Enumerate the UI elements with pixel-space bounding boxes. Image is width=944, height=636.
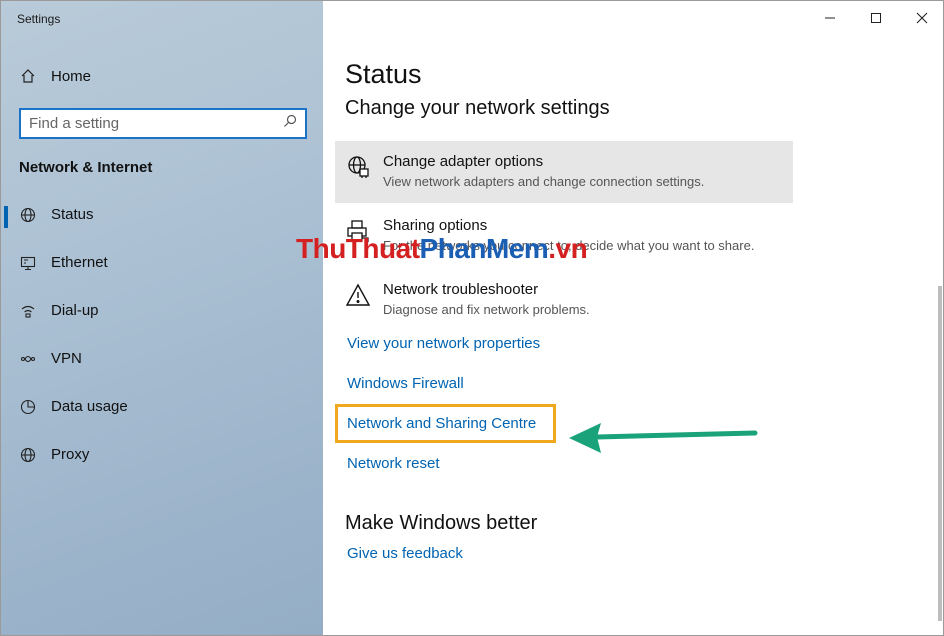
minimize-icon (825, 17, 835, 19)
scrollbar[interactable] (938, 286, 942, 621)
network-troubleshooter[interactable]: Network troubleshooter Diagnose and fix … (335, 269, 793, 331)
watermark-part2: PhanMem (419, 233, 549, 264)
page-title: Status (345, 59, 422, 89)
option-title: Change adapter options (383, 153, 544, 170)
maximize-icon (871, 13, 881, 23)
arrow-annotation (569, 423, 758, 453)
watermark-part3: .vn (548, 233, 588, 264)
dialup-icon (19, 302, 37, 320)
home-icon (19, 67, 37, 85)
network-reset-link[interactable]: Network reset (347, 455, 440, 472)
view-network-properties-link[interactable]: View your network properties (347, 335, 540, 352)
globe-icon (19, 206, 37, 224)
sidebar-item-vpn[interactable]: VPN (1, 345, 323, 393)
app-title: Settings (17, 12, 61, 26)
watermark: ThuThuatPhanMem.vn (296, 233, 588, 265)
windows-firewall-link[interactable]: Windows Firewall (347, 375, 464, 392)
vpn-icon (19, 350, 37, 368)
search-box[interactable] (19, 108, 307, 139)
minimize-button[interactable] (807, 1, 853, 35)
option-desc: View network adapters and change connect… (383, 174, 705, 189)
data-usage-icon (19, 398, 37, 416)
sidebar-item-label: Dial-up (51, 302, 99, 319)
sidebar-item-status[interactable]: Status (1, 201, 323, 249)
close-icon (916, 12, 928, 24)
sidebar-item-label: Status (51, 206, 94, 223)
make-windows-better-heading: Make Windows better (345, 512, 538, 534)
sidebar-item-label: Data usage (51, 398, 128, 415)
section-title: Network & Internet (19, 159, 153, 176)
sidebar-item-data-usage[interactable]: Data usage (1, 393, 323, 441)
main-content: Status Change your network settings Chan… (323, 1, 943, 635)
network-sharing-centre-link[interactable]: Network and Sharing Centre (347, 415, 536, 432)
sidebar-item-label: VPN (51, 350, 82, 367)
nav-list: Status Ethernet Dial-up VPN Data usage P… (1, 201, 323, 489)
sidebar-item-label: Ethernet (51, 254, 108, 271)
change-adapter-options[interactable]: Change adapter options View network adap… (335, 141, 793, 203)
settings-window: Settings Home Network & Internet Status (0, 0, 944, 636)
home-link[interactable]: Home (19, 63, 91, 89)
page-subtitle: Change your network settings (345, 97, 610, 119)
home-label: Home (51, 67, 92, 85)
sidebar-item-label: Proxy (51, 446, 90, 463)
option-desc: Diagnose and fix network problems. (383, 302, 590, 317)
ethernet-icon (19, 254, 37, 272)
search-input[interactable] (29, 115, 283, 132)
warning-icon (345, 282, 371, 308)
sidebar-item-proxy[interactable]: Proxy (1, 441, 323, 489)
watermark-part1: ThuThuat (296, 233, 420, 264)
option-title: Network troubleshooter (383, 281, 539, 298)
globe-icon (19, 446, 37, 464)
adapter-icon (345, 154, 371, 180)
close-button[interactable] (899, 1, 943, 35)
sidebar-item-dialup[interactable]: Dial-up (1, 297, 323, 345)
maximize-button[interactable] (853, 1, 899, 35)
give-feedback-link[interactable]: Give us feedback (347, 545, 463, 562)
search-icon[interactable] (283, 114, 297, 133)
window-controls (807, 1, 943, 35)
sidebar: Settings Home Network & Internet Status (1, 1, 323, 635)
sidebar-item-ethernet[interactable]: Ethernet (1, 249, 323, 297)
